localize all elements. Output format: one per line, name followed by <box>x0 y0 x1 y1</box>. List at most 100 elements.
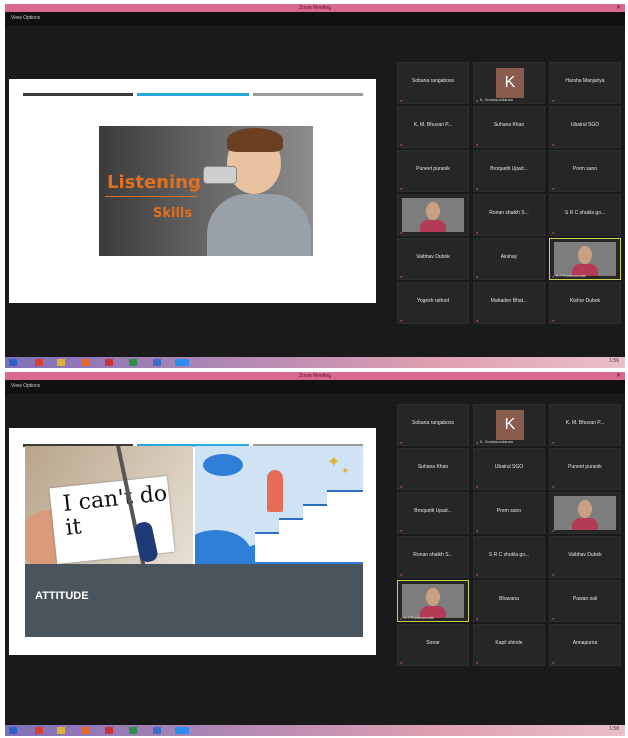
participant-tile[interactable]: Ronan shaikh S... ● <box>473 194 545 236</box>
participant-caption: K. Somasundaram <box>480 97 514 102</box>
participant-tile[interactable]: S R C shukla go... ● <box>549 194 621 236</box>
participant-tile[interactable]: S R C shukla go... ● <box>473 536 545 578</box>
participant-caption: K.T.Parshwanath <box>556 273 587 278</box>
muted-mic-icon: ● <box>476 484 479 489</box>
tin-can-phone <box>203 166 237 184</box>
participant-tile[interactable]: K.T.Parshwanath ● <box>397 580 469 622</box>
muted-mic-icon: ● <box>400 142 403 147</box>
muted-mic-icon: ● <box>552 484 555 489</box>
climbing-person <box>267 470 283 512</box>
participant-tile[interactable]: K.T.Parshwanath ● <box>549 238 621 280</box>
excel-icon[interactable] <box>129 359 137 366</box>
app-icon[interactable] <box>35 359 43 366</box>
participant-tile[interactable]: Suhana Khan ● <box>397 448 469 490</box>
participant-tile[interactable]: Mahadev Bhat... ● <box>473 282 545 324</box>
participant-name: S R C shukla go... <box>488 552 530 558</box>
pdf-icon[interactable] <box>105 727 113 734</box>
participant-tile[interactable]: K. M. Bhuvan P... ● <box>549 404 621 446</box>
participant-tile[interactable]: Sobana rangaboss ● <box>397 404 469 446</box>
participant-tile[interactable]: Pawan sali ● <box>549 580 621 622</box>
participant-tile[interactable]: Ubairul SGO ● <box>549 106 621 148</box>
participant-tile[interactable]: Prem sano ● <box>473 492 545 534</box>
muted-mic-icon: ● <box>476 142 479 147</box>
participant-tile[interactable]: Puneet puranik ● <box>549 448 621 490</box>
view-options-bar: View Options <box>5 380 625 394</box>
participant-tile[interactable]: Ronan shaikh S... ● <box>397 536 469 578</box>
participant-tile[interactable]: Suhana Khan ● <box>473 106 545 148</box>
participant-tile[interactable]: Broquetti Upad... ● <box>397 492 469 534</box>
participant-shirt <box>572 518 598 530</box>
participant-tile[interactable]: Harsha Manjariya ● <box>549 62 621 104</box>
card-text: I can't do it <box>61 481 169 541</box>
participant-name: Puneet puranik <box>568 464 602 470</box>
participant-tile[interactable]: Vaibhav Dubok ● <box>549 536 621 578</box>
boy-figure <box>227 128 283 152</box>
folder-icon[interactable] <box>57 359 65 366</box>
participant-tile[interactable]: Bhavana ● <box>473 580 545 622</box>
browser-icon[interactable] <box>81 727 89 734</box>
participant-name: Puneet puranik <box>416 166 450 172</box>
participant-avatar: K <box>496 410 524 440</box>
participant-tile[interactable]: K K. Somasundaram ● <box>473 404 545 446</box>
view-options-button[interactable]: View Options <box>11 383 40 389</box>
participant-name: Prem sano <box>572 166 598 172</box>
muted-mic-icon: ● <box>552 186 555 191</box>
pdf-icon[interactable] <box>105 359 113 366</box>
start-icon[interactable] <box>9 727 17 734</box>
participant-name: Ronan shaikh S... <box>489 210 529 216</box>
sparkle-icon: ✦ <box>327 454 341 471</box>
word-icon[interactable] <box>153 727 161 734</box>
slide-accent-bar <box>23 93 133 96</box>
participant-tile[interactable]: Kishor Dubok ● <box>549 282 621 324</box>
zoom-icon[interactable] <box>175 727 189 734</box>
muted-mic-icon: ● <box>552 572 555 577</box>
participant-face <box>426 588 440 606</box>
participant-tile[interactable]: Yogesh rathod ● <box>397 282 469 324</box>
participant-tile[interactable]: Vaibhav Dubok ● <box>397 238 469 280</box>
participant-tile[interactable]: K. M. Bhuvan P... ● <box>397 106 469 148</box>
muted-mic-icon: ● <box>400 186 403 191</box>
muted-mic-icon: ● <box>476 616 479 621</box>
start-icon[interactable] <box>9 359 17 366</box>
close-icon[interactable]: ✕ <box>616 372 621 380</box>
slide-label-bar: ATTITUDE <box>25 564 363 637</box>
participant-avatar: K <box>496 68 524 98</box>
zoom-screenshot-2: Zoom Meeting ✕ View Options I can't do i… <box>5 372 625 736</box>
participant-name: Annapurna <box>572 640 598 646</box>
participant-shirt <box>420 220 446 232</box>
view-options-button[interactable]: View Options <box>11 15 40 21</box>
close-icon[interactable]: ✕ <box>616 4 621 12</box>
participant-name: K. M. Bhuvan P... <box>565 420 605 426</box>
participant-name: Ubairul SGO <box>570 122 600 128</box>
participant-name: Harsha Manjariya <box>565 78 605 84</box>
participant-tile[interactable]: Kapil shinde ● <box>473 624 545 666</box>
participant-name: Ubairul SGO <box>494 464 524 470</box>
title-divider <box>105 196 197 197</box>
participant-name: Vaibhav Dubok <box>416 254 450 260</box>
muted-mic-icon: ● <box>552 318 555 323</box>
participant-tile[interactable]: Ubairul SGO ● <box>473 448 545 490</box>
word-icon[interactable] <box>153 359 161 366</box>
participant-tile[interactable]: Sonar ● <box>397 624 469 666</box>
participant-tile[interactable]: Akshay ● <box>473 238 545 280</box>
participant-name: Broquetti Upad... <box>414 508 452 514</box>
participant-tile[interactable]: Puneet puranik ● <box>397 150 469 192</box>
participant-tile[interactable]: Sobana rangaboss ● <box>397 62 469 104</box>
app-icon[interactable] <box>35 727 43 734</box>
participant-tile[interactable]: ● <box>397 194 469 236</box>
folder-icon[interactable] <box>57 727 65 734</box>
participant-video <box>402 198 464 232</box>
participant-tile[interactable]: K K. Somasundaram ● <box>473 62 545 104</box>
participant-name: Suhana Khan <box>493 122 525 128</box>
muted-mic-icon: ● <box>400 572 403 577</box>
browser-icon[interactable] <box>81 359 89 366</box>
participant-tile[interactable]: Annapurna ● <box>549 624 621 666</box>
participant-tile[interactable]: Broquetti Upad... ● <box>473 150 545 192</box>
participant-tile[interactable]: ● <box>549 492 621 534</box>
participant-name: Yogesh rathod <box>416 298 450 304</box>
participant-tile[interactable]: Prem sano ● <box>549 150 621 192</box>
slide-accent-bar <box>253 93 363 96</box>
participant-name: Kapil shinde <box>495 640 523 646</box>
zoom-icon[interactable] <box>175 359 189 366</box>
excel-icon[interactable] <box>129 727 137 734</box>
